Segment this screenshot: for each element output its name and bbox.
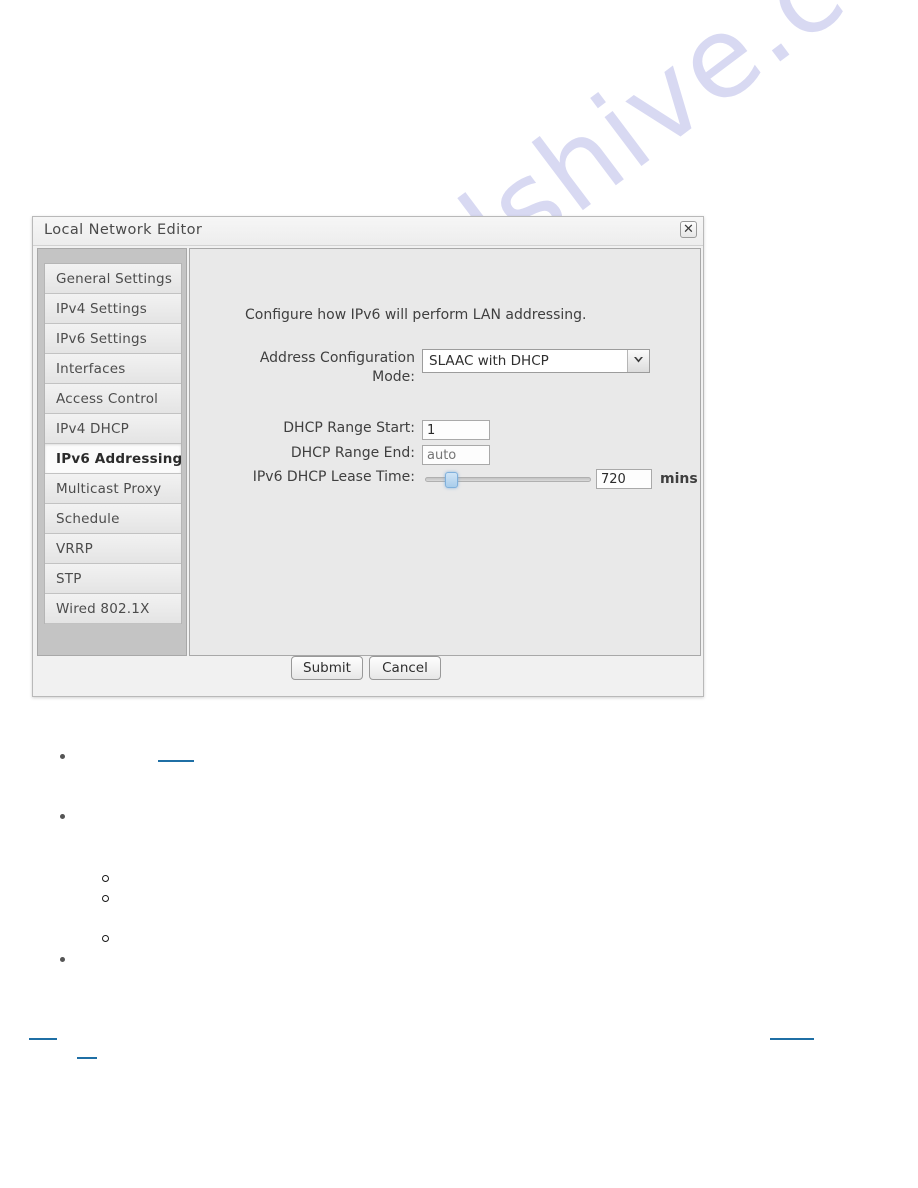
dhcp-range-end-label: DHCP Range End: — [290, 445, 415, 461]
submit-button[interactable]: Submit — [291, 656, 363, 680]
sidebar-item-access-control[interactable]: Access Control — [45, 384, 181, 414]
address-mode-label-line1: Address Configuration — [259, 350, 415, 366]
dialog-titlebar: Local Network Editor ✕ — [33, 217, 703, 246]
dhcp-range-start-row: DHCP Range Start: — [210, 420, 680, 440]
lease-time-input[interactable] — [596, 469, 652, 489]
sidebar-item-ipv6-addressing[interactable]: IPv6 Addressing — [45, 444, 181, 474]
sidebar-item-ipv4-settings[interactable]: IPv4 Settings — [45, 294, 181, 324]
lease-time-unit-label: mins — [660, 471, 698, 487]
dialog-title: Local Network Editor — [44, 222, 203, 238]
dhcp-range-start-input[interactable] — [422, 420, 490, 440]
dialog-footer: Submit Cancel — [33, 648, 703, 696]
footer-link-underline-second[interactable] — [77, 1057, 97, 1059]
sidebar-item-schedule[interactable]: Schedule — [45, 504, 181, 534]
settings-sidebar: General Settings IPv4 Settings IPv6 Sett… — [37, 248, 187, 656]
sidebar-item-interfaces[interactable]: Interfaces — [45, 354, 181, 384]
sidebar-item-general-settings[interactable]: General Settings — [45, 264, 181, 294]
sub-list-item-bullet — [102, 935, 109, 942]
chevron-down-icon[interactable] — [627, 350, 649, 372]
sidebar-item-wired-8021x[interactable]: Wired 802.1X — [45, 594, 181, 624]
sidebar-item-stp[interactable]: STP — [45, 564, 181, 594]
lease-time-label: IPv6 DHCP Lease Time: — [252, 469, 415, 485]
sidebar-tab-list: General Settings IPv4 Settings IPv6 Sett… — [44, 263, 182, 624]
address-mode-label: Address Configuration Mode: — [210, 349, 422, 387]
sidebar-item-ipv4-dhcp[interactable]: IPv4 DHCP — [45, 414, 181, 444]
list-item-bullet — [60, 814, 65, 819]
dhcp-range-end-input[interactable] — [422, 445, 490, 465]
dhcp-range-start-label: DHCP Range Start: — [283, 420, 415, 436]
ipv6-addressing-panel: Configure how IPv6 will perform LAN addr… — [189, 248, 701, 656]
lease-time-slider[interactable] — [425, 469, 591, 489]
inline-link-underline[interactable] — [158, 760, 194, 762]
sub-list-item-bullet — [102, 895, 109, 902]
address-mode-select[interactable]: SLAAC with DHCP — [422, 349, 650, 373]
panel-description: Configure how IPv6 will perform LAN addr… — [245, 307, 587, 323]
dhcp-range-end-row: DHCP Range End: — [210, 445, 680, 465]
sidebar-item-ipv6-settings[interactable]: IPv6 Settings — [45, 324, 181, 354]
sidebar-item-multicast-proxy[interactable]: Multicast Proxy — [45, 474, 181, 504]
list-item-bullet — [60, 957, 65, 962]
close-icon[interactable]: ✕ — [680, 221, 697, 238]
local-network-editor-dialog: Local Network Editor ✕ General Settings … — [32, 216, 704, 697]
cancel-button[interactable]: Cancel — [369, 656, 441, 680]
address-mode-selected-value: SLAAC with DHCP — [429, 353, 549, 369]
sidebar-item-vrrp[interactable]: VRRP — [45, 534, 181, 564]
list-item-bullet — [60, 754, 65, 759]
lease-time-slider-thumb[interactable] — [444, 472, 458, 488]
address-mode-row: Address Configuration Mode: SLAAC with D… — [210, 349, 680, 387]
address-mode-label-line2: Mode: — [372, 369, 415, 385]
footer-link-underline-right[interactable] — [770, 1038, 814, 1040]
lease-time-row: IPv6 DHCP Lease Time: mins — [210, 469, 700, 489]
dialog-body: General Settings IPv4 Settings IPv6 Sett… — [37, 248, 701, 660]
footer-link-underline-left[interactable] — [29, 1038, 57, 1040]
sub-list-item-bullet — [102, 875, 109, 882]
